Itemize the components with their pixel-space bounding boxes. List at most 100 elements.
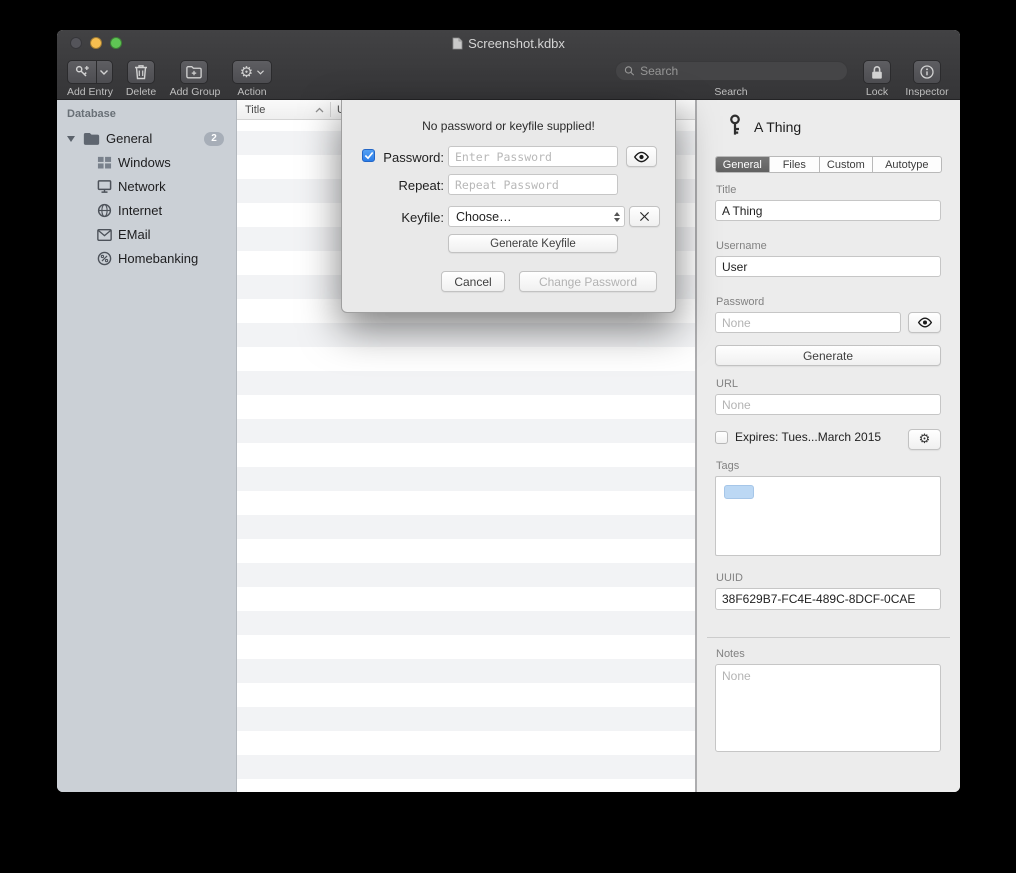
lock-label: Lock [860, 86, 894, 98]
tab-general[interactable]: General [716, 157, 769, 172]
tag-chip[interactable] [724, 485, 754, 499]
tab-files[interactable]: Files [769, 157, 820, 172]
notes-label: Notes [716, 648, 745, 660]
eye-icon [633, 151, 650, 163]
sidebar-item-network[interactable]: Network [57, 175, 236, 198]
username-label: Username [716, 240, 767, 252]
inspector-label: Inspector [900, 86, 954, 98]
sidebar-item-homebanking[interactable]: Homebanking [57, 247, 236, 270]
keyfile-label: Keyfile: [372, 210, 444, 225]
group-label: General [106, 131, 152, 146]
entry-title: A Thing [754, 119, 801, 135]
lock-icon [870, 65, 884, 80]
window-chrome: Screenshot.kdbx Add Entry [57, 30, 960, 100]
delete-label: Delete [123, 86, 159, 98]
search-input[interactable] [640, 64, 839, 78]
trash-icon [134, 64, 148, 80]
stepper-icon [614, 212, 620, 222]
document-icon [452, 37, 463, 50]
sidebar-item-label: EMail [118, 227, 151, 242]
sidebar-item-label: Homebanking [118, 251, 198, 266]
add-entry-button[interactable] [67, 60, 113, 84]
url-label: URL [716, 378, 738, 390]
sidebar: Database General 2 Windows Network [57, 100, 237, 792]
add-group-button[interactable] [180, 60, 208, 84]
inspector-panel: A Thing General Files Custom Autotype Ti… [697, 100, 960, 792]
enter-password-field[interactable] [448, 146, 618, 167]
search-icon [624, 65, 635, 77]
entry-count-badge: 2 [204, 132, 224, 146]
generate-password-button[interactable]: Generate [715, 345, 941, 366]
sidebar-item-label: Internet [118, 203, 162, 218]
notes-field[interactable] [715, 664, 941, 752]
reveal-password-button[interactable] [908, 312, 941, 333]
folder-icon [83, 132, 100, 145]
window-title: Screenshot.kdbx [468, 36, 565, 51]
globe-icon [97, 203, 112, 218]
change-password-button[interactable]: Change Password [519, 271, 657, 292]
cancel-button[interactable]: Cancel [441, 271, 505, 292]
sidebar-item-label: Network [118, 179, 166, 194]
sort-ascending-icon [315, 107, 324, 113]
network-icon [97, 179, 112, 194]
url-field[interactable] [715, 394, 941, 415]
add-group-label: Add Group [167, 86, 223, 98]
sidebar-group-general[interactable]: General 2 [57, 127, 236, 150]
gear-icon: ⚙ [240, 65, 253, 80]
tab-autotype[interactable]: Autotype [872, 157, 941, 172]
folder-plus-icon [186, 65, 202, 79]
delete-button[interactable] [127, 60, 155, 84]
username-field[interactable] [715, 256, 941, 277]
gear-icon: ⚙ [919, 433, 931, 446]
inspector-tabs: General Files Custom Autotype [715, 156, 942, 173]
lock-button[interactable] [863, 60, 891, 84]
add-entry-label: Add Entry [65, 86, 115, 98]
uuid-field[interactable] [715, 588, 941, 610]
search-field[interactable] [615, 61, 848, 81]
sidebar-item-windows[interactable]: Windows [57, 151, 236, 174]
action-label: Action [234, 86, 270, 98]
action-button[interactable]: ⚙ [232, 60, 272, 84]
clear-keyfile-button[interactable] [629, 206, 660, 227]
expires-settings-button[interactable]: ⚙ [908, 429, 941, 450]
column-divider[interactable] [330, 102, 331, 117]
sidebar-header: Database [67, 108, 116, 120]
tags-box[interactable] [715, 476, 941, 556]
uuid-label: UUID [716, 572, 743, 584]
keyfile-value: Choose… [456, 210, 512, 224]
search-label: Search [706, 86, 756, 98]
password-label: Password [716, 296, 764, 308]
generate-keyfile-button[interactable]: Generate Keyfile [448, 234, 618, 253]
repeat-password-field[interactable] [448, 174, 618, 195]
column-header-title[interactable]: Title [245, 100, 265, 120]
chevron-down-icon[interactable] [97, 70, 112, 75]
percent-coin-icon [97, 251, 112, 266]
sidebar-item-label: Windows [118, 155, 171, 170]
toolbar: Add Entry Delete Add Group ⚙ [57, 56, 960, 100]
key-plus-icon [68, 64, 96, 80]
sidebar-item-internet[interactable]: Internet [57, 199, 236, 222]
info-icon [919, 64, 935, 80]
windows-icon [97, 155, 112, 170]
disclosure-triangle-icon[interactable] [67, 136, 75, 142]
title-field[interactable] [715, 200, 941, 221]
chevron-down-icon [257, 70, 264, 75]
tab-custom[interactable]: Custom [819, 157, 872, 172]
change-password-sheet: No password or keyfile supplied! Passwor… [341, 100, 676, 313]
reveal-password-button[interactable] [626, 146, 657, 167]
envelope-icon [97, 229, 112, 241]
section-divider [707, 637, 950, 638]
password-label: Password: [372, 150, 444, 165]
expires-label: Expires: Tues...March 2015 [735, 430, 881, 444]
eye-icon [917, 317, 933, 328]
title-label: Title [716, 184, 736, 196]
app-window: Screenshot.kdbx Add Entry [57, 30, 960, 792]
sidebar-item-email[interactable]: EMail [57, 223, 236, 246]
password-field[interactable] [715, 312, 901, 333]
repeat-label: Repeat: [372, 178, 444, 193]
sheet-message: No password or keyfile supplied! [342, 119, 675, 133]
inspector-button[interactable] [913, 60, 941, 84]
expires-checkbox[interactable] [715, 431, 728, 444]
keyfile-popup[interactable]: Choose… [448, 206, 625, 227]
titlebar[interactable]: Screenshot.kdbx [57, 30, 960, 56]
